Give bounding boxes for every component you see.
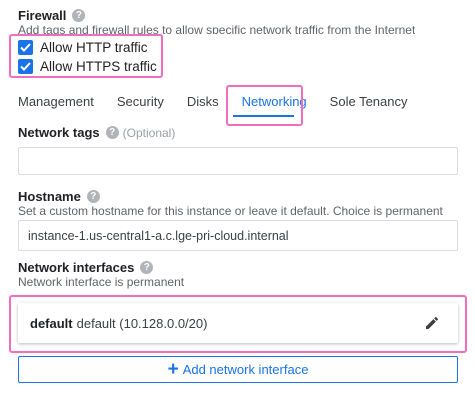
firewall-options: Allow HTTP traffic Allow HTTPS traffic [18, 38, 157, 76]
network-tags-label: Network tags [18, 125, 100, 140]
tab-management[interactable]: Management [18, 94, 94, 109]
allow-https-checkbox-row[interactable]: Allow HTTPS traffic [18, 57, 157, 76]
tab-sole-tenancy[interactable]: Sole Tenancy [330, 94, 408, 109]
allow-http-checkbox-row[interactable]: Allow HTTP traffic [18, 38, 157, 57]
allow-https-label: Allow HTTPS traffic [40, 59, 157, 74]
help-icon[interactable]: ? [86, 190, 100, 203]
network-interfaces-label: Network interfaces [18, 260, 135, 275]
pencil-icon[interactable] [426, 317, 438, 329]
network-interfaces-description: Network interface is permanent [18, 275, 185, 289]
tab-disks[interactable]: Disks [187, 94, 219, 109]
hostname-value: instance-1.us-central1-a.c.lge-pri-cloud… [28, 229, 289, 243]
interface-detail: default (10.128.0.0/20) [76, 315, 208, 331]
hostname-description: Set a custom hostname for this instance … [18, 204, 443, 218]
network-interfaces-title: Network interfaces ? [18, 260, 154, 275]
firewall-title: Firewall [18, 8, 67, 23]
hostname-title: Hostname ? [18, 189, 100, 204]
help-icon[interactable]: ? [105, 126, 119, 139]
network-tags-input[interactable] [18, 147, 458, 175]
tab-security[interactable]: Security [117, 94, 164, 109]
firewall-section-title: Firewall ? [18, 8, 86, 23]
add-network-interface-label: Add network interface [182, 362, 309, 377]
tab-bar: Management Security Disks Networking Sol… [18, 94, 431, 109]
network-interface-card[interactable]: default default (10.128.0.0/20) [18, 303, 458, 343]
plus-icon: + [167, 359, 179, 380]
optional-label: (Optional) [122, 125, 176, 140]
hostname-input[interactable]: instance-1.us-central1-a.c.lge-pri-cloud… [18, 220, 458, 251]
allow-http-label: Allow HTTP traffic [40, 40, 148, 55]
help-icon[interactable]: ? [72, 9, 86, 22]
networking-tab-highlight [226, 85, 303, 126]
network-tags-title: Network tags ? (Optional) [18, 125, 175, 140]
hostname-label: Hostname [18, 189, 81, 204]
firewall-description: Add tags and firewall rules to allow spe… [18, 23, 416, 34]
interface-name: default [30, 315, 73, 331]
add-network-interface-button[interactable]: + Add network interface [18, 356, 458, 383]
checkbox-checked-icon[interactable] [18, 40, 33, 55]
help-icon[interactable]: ? [140, 261, 154, 274]
checkbox-checked-icon[interactable] [18, 59, 33, 74]
